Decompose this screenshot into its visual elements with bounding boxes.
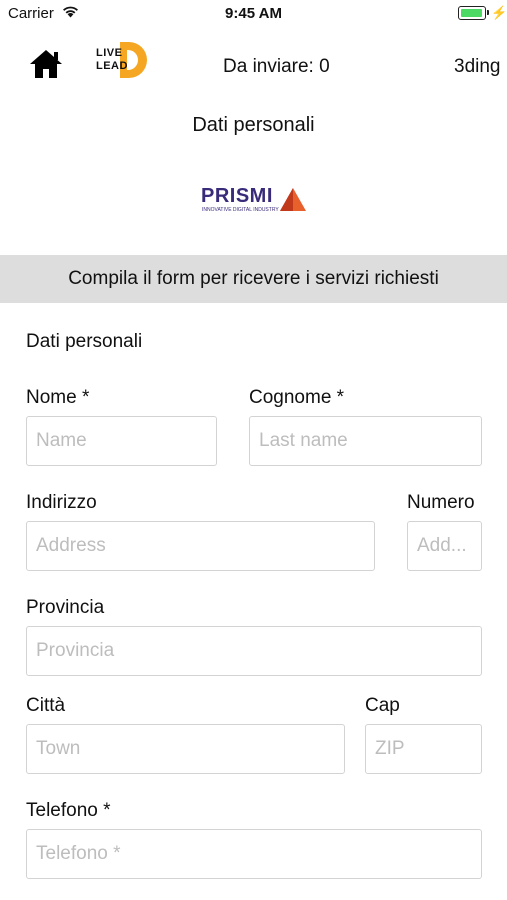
cognome-label: Cognome * (249, 387, 345, 408)
brand-link[interactable]: 3ding (454, 56, 501, 78)
clock: 9:45 AM (225, 5, 282, 22)
logo-text-lead: LEAD (96, 60, 128, 72)
live-lead-logo[interactable]: LIVE LEAD (93, 39, 147, 86)
provincia-label: Provincia (26, 597, 105, 618)
numero-label: Numero (407, 492, 475, 513)
cap-input[interactable]: ZIP (365, 724, 482, 774)
section-title: Dati personali (26, 331, 143, 352)
cap-label: Cap (365, 695, 400, 716)
nome-input[interactable]: Name (26, 416, 217, 466)
logo-text-live: LIVE (96, 47, 123, 59)
prismi-logo-tagline: INNOVATIVE DIGITAL INDUSTRY (202, 207, 279, 213)
telefono-input[interactable]: Telefono * (26, 829, 482, 879)
citta-label: Città (26, 695, 66, 716)
prismi-triangle-icon (280, 188, 306, 211)
charging-bolt-icon: ⚡ (491, 5, 507, 20)
battery-icon (458, 6, 489, 20)
indirizzo-input[interactable]: Address (26, 521, 375, 571)
status-bar: Carrier 9:45 AM ⚡ (0, 0, 507, 28)
citta-input[interactable]: Town (26, 724, 345, 774)
provincia-input[interactable]: Provincia (26, 626, 482, 676)
home-icon (30, 50, 62, 78)
telefono-label: Telefono * (26, 800, 111, 821)
cognome-input[interactable]: Last name (249, 416, 482, 466)
home-button[interactable] (28, 48, 64, 85)
numero-input[interactable]: Add... (407, 521, 482, 571)
info-banner: Compila il form per ricevere i servizi r… (0, 255, 507, 303)
prismi-logo-name: PRISMI (201, 185, 273, 207)
nome-label: Nome * (26, 387, 90, 408)
pending-count[interactable]: Da inviare: 0 (223, 56, 330, 78)
page-title: Dati personali (192, 114, 315, 136)
indirizzo-label: Indirizzo (26, 492, 97, 513)
